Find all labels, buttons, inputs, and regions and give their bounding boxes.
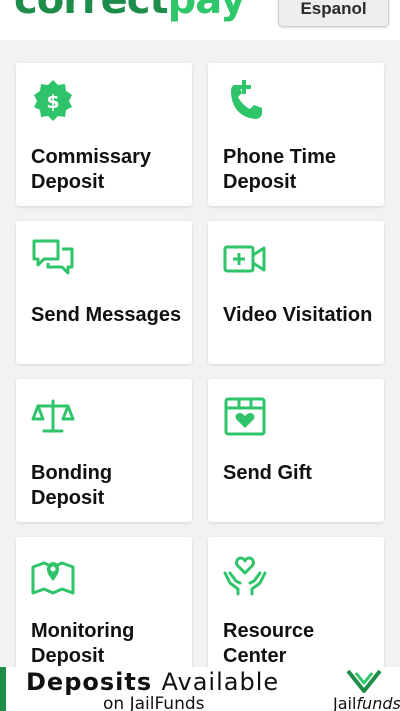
jailfunds-banner-ad[interactable]: Deposits Available on JailFunds Jailfund… <box>0 667 400 711</box>
tile-label: Resource Center <box>223 620 315 667</box>
tile-send-messages[interactable]: Send Messages <box>16 221 192 364</box>
hands-heart-icon <box>223 556 267 596</box>
tile-resource-center[interactable]: Resource Center <box>208 537 384 680</box>
gift-box-icon <box>224 397 266 436</box>
tile-label: Monitoring Deposit <box>31 620 135 667</box>
banner-subline: on JailFunds <box>103 694 205 711</box>
tile-commissary-deposit[interactable]: $ Commissary Deposit <box>16 63 192 206</box>
banner-headline-rest: Available <box>161 668 280 696</box>
dollar-badge-icon: $ <box>34 80 72 121</box>
logo-text-pay: pay <box>167 0 246 23</box>
tile-label: Commissary Deposit <box>31 146 152 193</box>
tile-label: Video Visitation <box>223 304 373 326</box>
jailfunds-check-logo-icon <box>346 669 382 693</box>
svg-text:$: $ <box>46 91 59 113</box>
tile-video-visitation[interactable]: Video Visitation <box>208 221 384 364</box>
correctpay-logo[interactable]: correctpay <box>14 0 246 23</box>
tile-send-gift[interactable]: Send Gift <box>208 379 384 522</box>
banner-headline-bold: Deposits <box>26 668 153 696</box>
map-pin-icon <box>31 561 75 595</box>
phone-plus-icon <box>231 80 262 119</box>
jailfunds-brand-text: Jailfunds <box>333 694 400 711</box>
tile-phone-time-deposit[interactable]: Phone Time Deposit <box>208 63 384 206</box>
video-plus-icon <box>223 245 266 273</box>
chat-bubbles-icon <box>32 239 74 275</box>
banner-accent-stripe <box>0 667 6 711</box>
tile-label: Phone Time Deposit <box>223 146 336 193</box>
scales-icon <box>31 399 75 433</box>
top-bar: correctpay Espanol <box>0 0 400 40</box>
tile-label: Send Gift <box>223 462 312 484</box>
tile-label: Bonding Deposit <box>31 462 113 509</box>
language-toggle-button[interactable]: Espanol <box>278 0 389 27</box>
tile-monitoring-deposit[interactable]: Monitoring Deposit <box>16 537 192 680</box>
logo-text-correct: correct <box>14 0 169 23</box>
tile-label: Send Messages <box>31 304 182 326</box>
tile-bonding-deposit[interactable]: Bonding Deposit <box>16 379 192 522</box>
banner-headline: Deposits Available <box>26 668 279 696</box>
